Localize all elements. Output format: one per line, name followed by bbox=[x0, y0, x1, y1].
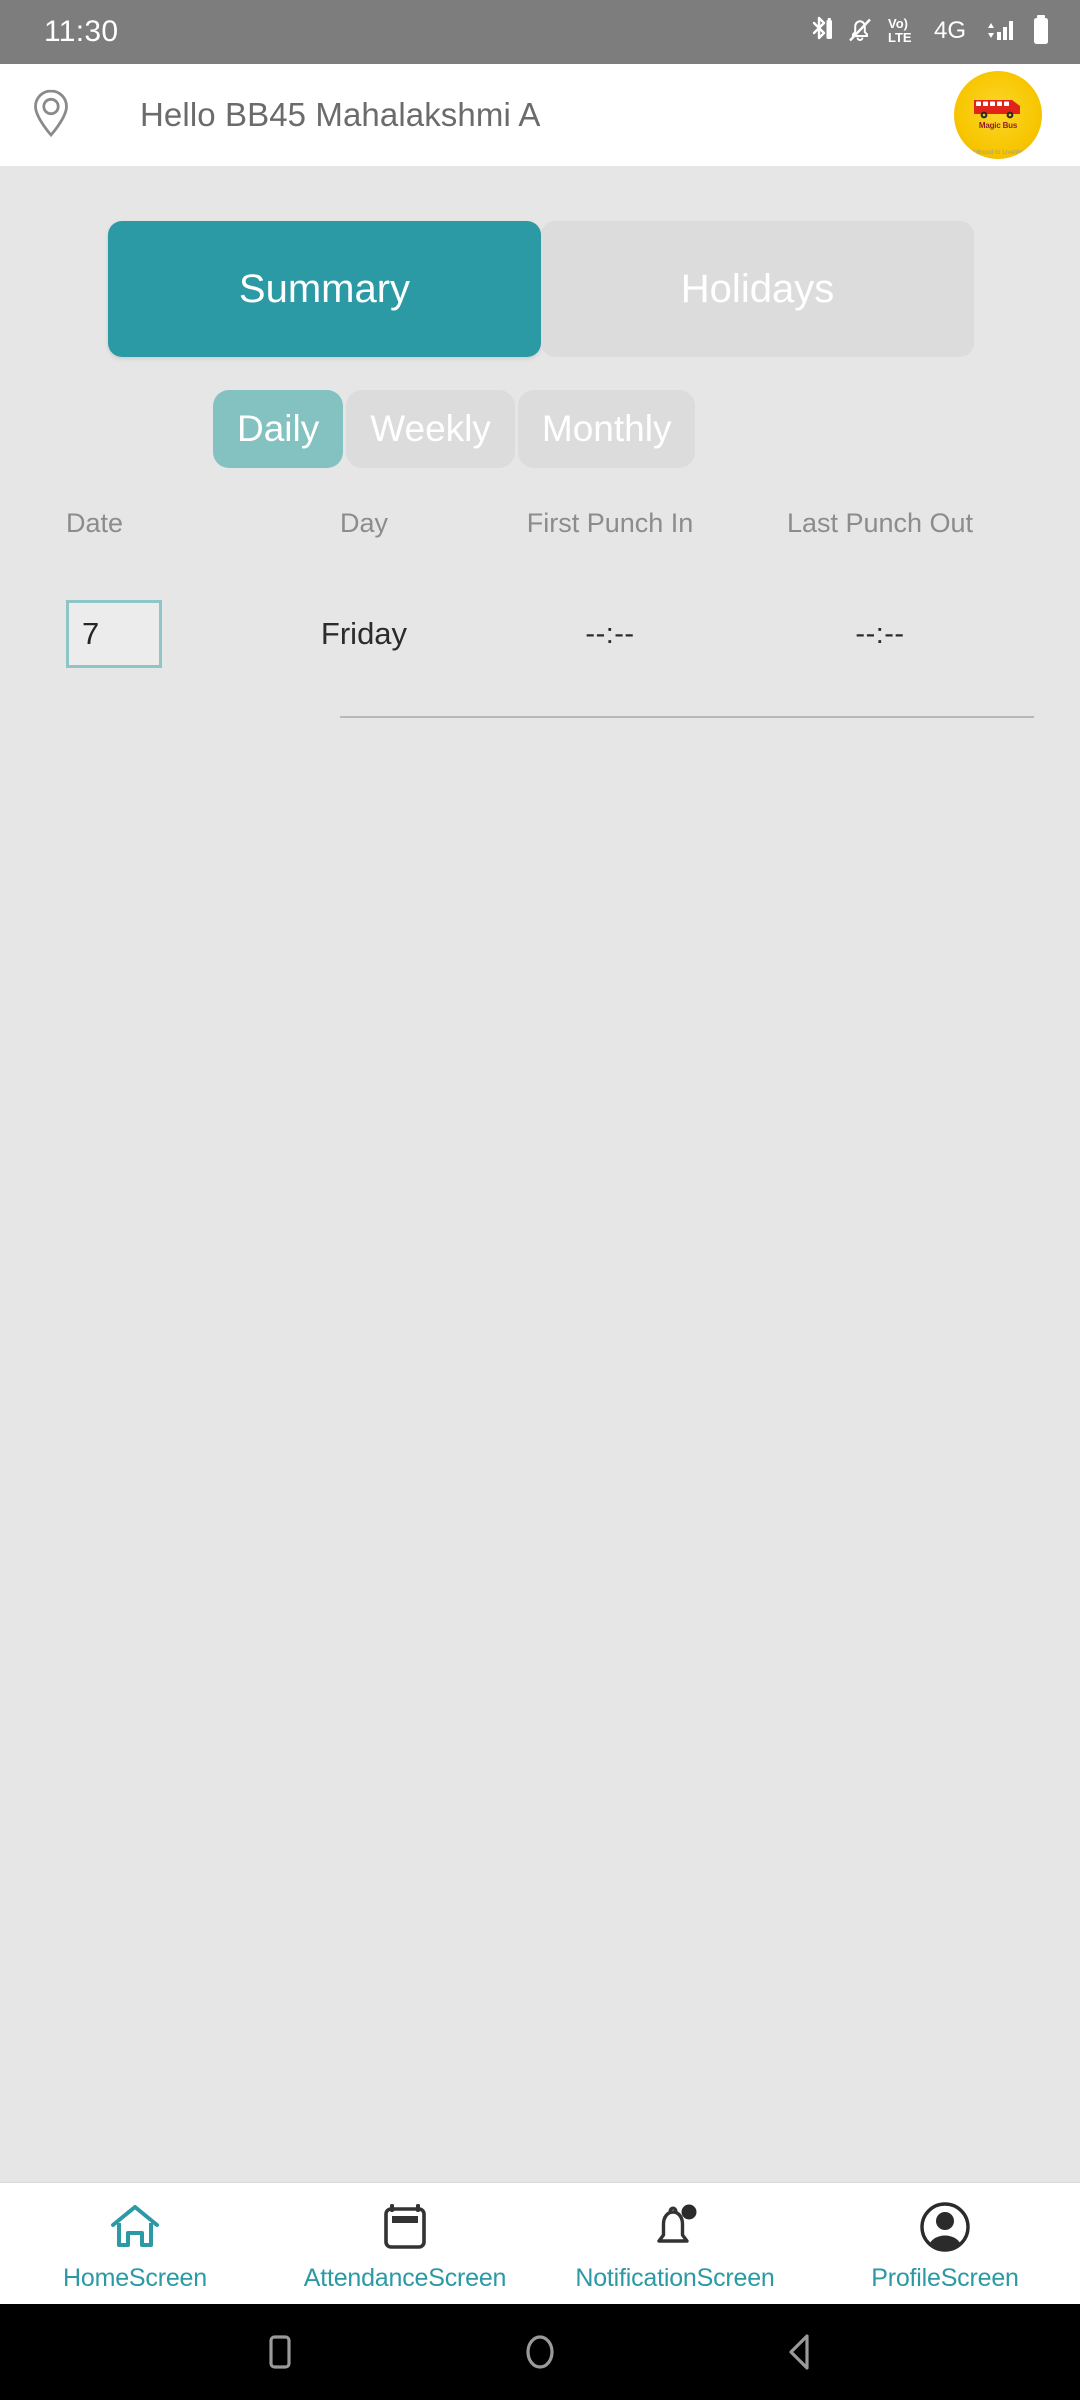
recents-square-icon[interactable] bbox=[245, 2317, 315, 2387]
bottom-navigation: HomeScreen AttendanceScreen Notification… bbox=[0, 2182, 1080, 2304]
bell-icon bbox=[648, 2199, 702, 2255]
main-content: Summary Holidays Daily Weekly Monthly Da… bbox=[0, 166, 1080, 2182]
column-header-day: Day bbox=[339, 508, 388, 538]
period-filter: Daily Weekly Monthly bbox=[213, 390, 1080, 468]
table-header-row: Date Day First Punch In Last Punch Out bbox=[0, 508, 1080, 539]
notification-badge-dot bbox=[681, 2204, 697, 2219]
nav-label-home: HomeScreen bbox=[63, 2263, 207, 2292]
magic-bus-logo: Magic Bus Childhood to Livelihood bbox=[954, 71, 1042, 159]
volte-icon: Vo) LTE bbox=[887, 14, 921, 51]
top-tab-bar: Summary Holidays bbox=[108, 221, 974, 357]
svg-text:Vo): Vo) bbox=[888, 16, 908, 31]
row-divider bbox=[340, 716, 1034, 718]
table-row[interactable]: 7 Friday --:-- --:-- bbox=[0, 600, 1080, 668]
tab-holidays[interactable]: Holidays bbox=[541, 221, 974, 357]
location-pin-icon bbox=[29, 87, 73, 144]
home-icon bbox=[107, 2199, 163, 2255]
column-header-first-punch-in: First Punch In bbox=[526, 508, 694, 538]
person-icon bbox=[918, 2199, 972, 2255]
period-monthly-label: Monthly bbox=[541, 408, 672, 449]
tab-summary[interactable]: Summary bbox=[108, 221, 541, 357]
column-header-date: Date bbox=[66, 508, 124, 538]
signal-icon bbox=[983, 14, 1017, 51]
bluetooth-icon bbox=[807, 14, 833, 51]
tab-holidays-label: Holidays bbox=[680, 266, 835, 311]
cell-day: Friday bbox=[320, 616, 408, 651]
period-daily-label: Daily bbox=[237, 408, 320, 449]
tab-summary-label: Summary bbox=[238, 266, 411, 311]
status-bar: 11:30 Vo) LTE 4G bbox=[0, 0, 1080, 64]
network-4g-icon: 4G bbox=[934, 14, 970, 51]
attendance-table: Date Day First Punch In Last Punch Out 7… bbox=[0, 508, 1080, 718]
period-weekly-label: Weekly bbox=[370, 408, 491, 449]
svg-text:4G: 4G bbox=[934, 17, 966, 44]
period-daily[interactable]: Daily bbox=[213, 390, 344, 468]
date-chip[interactable]: 7 bbox=[66, 600, 162, 668]
nav-label-attendance: AttendanceScreen bbox=[303, 2263, 507, 2292]
phone-screen: 11:30 Vo) LTE 4G Hello BB45 Mahalakshmi … bbox=[0, 0, 1080, 2400]
home-circle-icon[interactable] bbox=[505, 2317, 575, 2387]
silent-mode-icon bbox=[846, 15, 874, 50]
battery-icon bbox=[1030, 13, 1052, 52]
period-weekly[interactable]: Weekly bbox=[346, 390, 515, 468]
column-header-last-punch-out: Last Punch Out bbox=[786, 508, 974, 538]
system-navigation-bar bbox=[0, 2304, 1080, 2400]
date-chip-value: 7 bbox=[82, 616, 100, 651]
nav-item-notification[interactable]: NotificationScreen bbox=[540, 2199, 810, 2293]
status-time: 11:30 bbox=[44, 15, 119, 48]
logo-wordmark: Magic Bus bbox=[978, 121, 1018, 130]
app-header: Hello BB45 Mahalakshmi A Magic Bus Child… bbox=[0, 64, 1080, 166]
nav-label-notification: NotificationScreen bbox=[575, 2263, 775, 2292]
greeting-text: Hello BB45 Mahalakshmi A bbox=[140, 96, 541, 133]
cell-date: 7 bbox=[0, 600, 248, 668]
location-button[interactable] bbox=[14, 87, 88, 144]
nav-item-profile[interactable]: ProfileScreen bbox=[810, 2199, 1080, 2293]
back-triangle-icon[interactable] bbox=[765, 2317, 835, 2387]
nav-item-home[interactable]: HomeScreen bbox=[0, 2199, 270, 2293]
logo-tagline: Childhood to Livelihood bbox=[964, 150, 1032, 156]
calendar-icon bbox=[379, 2199, 431, 2255]
status-icons: Vo) LTE 4G bbox=[807, 13, 1052, 52]
bus-icon bbox=[972, 94, 1024, 120]
cell-last-punch-out: --:-- bbox=[855, 617, 905, 650]
period-monthly[interactable]: Monthly bbox=[517, 390, 696, 468]
svg-text:LTE: LTE bbox=[888, 30, 912, 45]
nav-label-profile: ProfileScreen bbox=[871, 2263, 1019, 2292]
nav-item-attendance[interactable]: AttendanceScreen bbox=[270, 2199, 540, 2293]
cell-first-punch-in: --:-- bbox=[585, 617, 635, 650]
